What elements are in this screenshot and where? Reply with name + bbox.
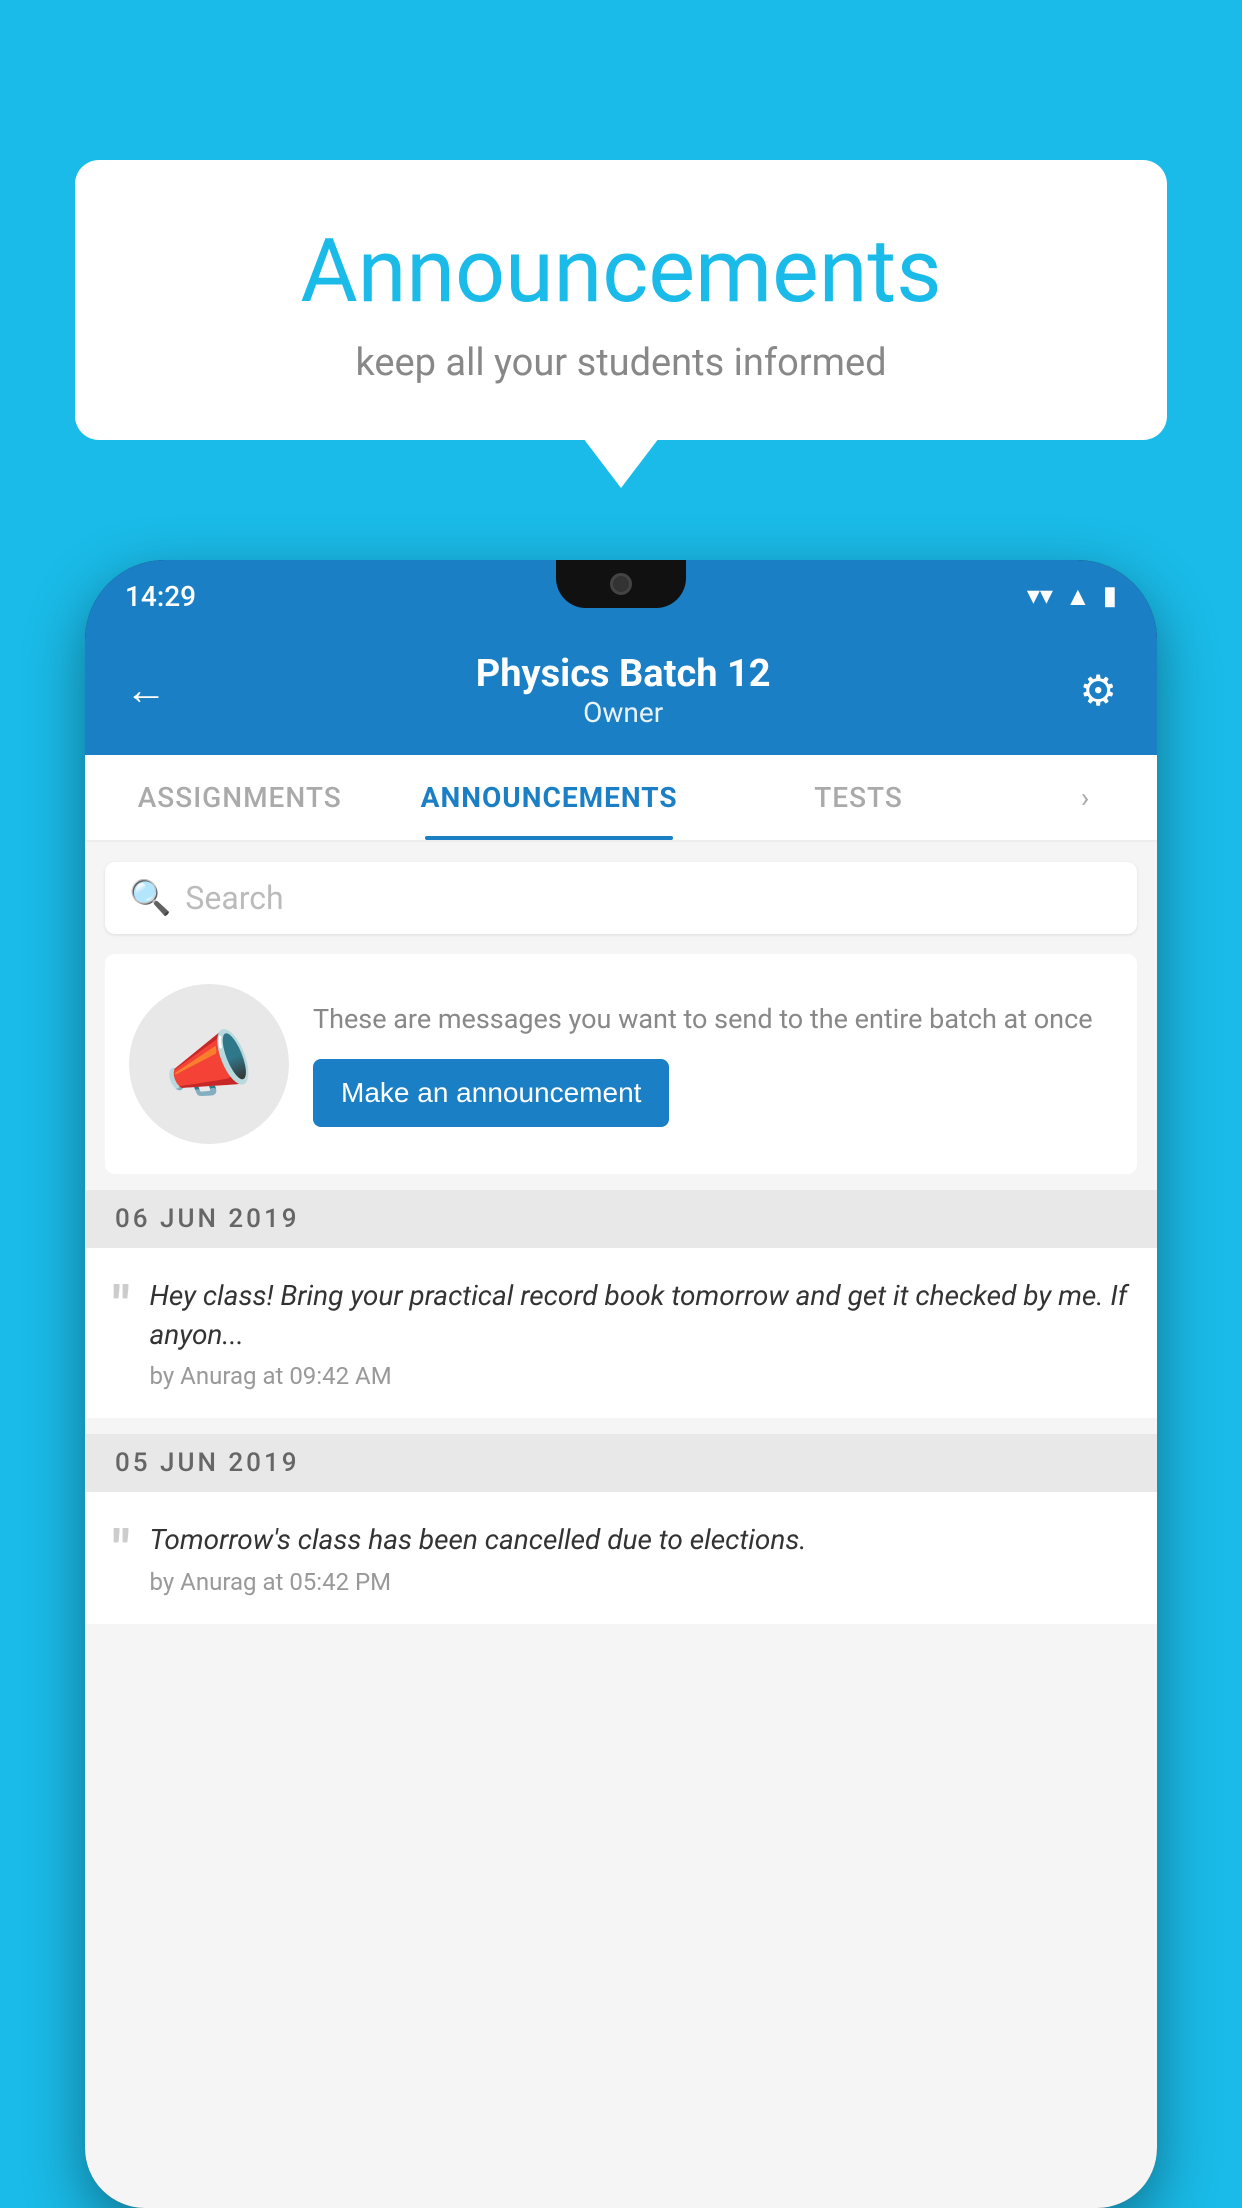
quote-icon-1: " — [113, 1280, 130, 1332]
announcement-right: These are messages you want to send to t… — [313, 1001, 1113, 1127]
speech-bubble-title: Announcements — [125, 220, 1117, 323]
status-time: 14:29 — [125, 580, 196, 613]
search-bar[interactable]: 🔍 Search — [105, 862, 1137, 934]
back-button[interactable]: ← — [125, 666, 167, 715]
wifi-icon: ▾▾ — [1027, 581, 1053, 611]
announcement-meta-2: by Anurag at 05:42 PM — [150, 1568, 1129, 1596]
announcement-message-2: Tomorrow's class has been cancelled due … — [150, 1520, 1129, 1559]
megaphone-icon: 📣 — [164, 1022, 254, 1107]
tab-assignments[interactable]: ASSIGNMENTS — [85, 755, 394, 840]
settings-icon[interactable]: ⚙ — [1079, 666, 1117, 716]
speech-bubble-card: Announcements keep all your students inf… — [75, 160, 1167, 440]
tab-tests[interactable]: TESTS — [704, 755, 1013, 840]
header-center: Physics Batch 12 Owner — [476, 652, 771, 729]
phone-notch — [556, 560, 686, 608]
header-subtitle: Owner — [476, 696, 771, 729]
phone-content: 🔍 Search 📣 These are messages you want t… — [85, 842, 1157, 2208]
quote-icon-2: " — [113, 1524, 130, 1576]
notch-camera — [610, 573, 632, 595]
announcement-item-1[interactable]: " Hey class! Bring your practical record… — [85, 1248, 1157, 1418]
announcement-description: These are messages you want to send to t… — [313, 1001, 1113, 1039]
app-header: ← Physics Batch 12 Owner ⚙ — [85, 632, 1157, 755]
phone-frame: 14:29 ▾▾ ▲ ▮ ← Physics Batch 12 Owner ⚙ … — [85, 560, 1157, 2208]
date-separator-2: 05 JUN 2019 — [85, 1434, 1157, 1492]
battery-icon: ▮ — [1103, 581, 1117, 611]
announcement-icon: 📣 — [129, 984, 289, 1144]
date-separator-1: 06 JUN 2019 — [85, 1190, 1157, 1248]
search-icon: 🔍 — [129, 878, 171, 918]
signal-icon: ▲ — [1065, 581, 1091, 612]
search-placeholder: Search — [185, 879, 283, 917]
make-announcement-button[interactable]: Make an announcement — [313, 1059, 669, 1127]
announcement-item-2[interactable]: " Tomorrow's class has been cancelled du… — [85, 1492, 1157, 1623]
announcement-prompt: 📣 These are messages you want to send to… — [105, 954, 1137, 1174]
announcement-content-1: Hey class! Bring your practical record b… — [150, 1276, 1129, 1390]
tab-more[interactable]: › — [1013, 755, 1157, 840]
announcement-meta-1: by Anurag at 09:42 AM — [150, 1362, 1129, 1390]
tab-bar: ASSIGNMENTS ANNOUNCEMENTS TESTS › — [85, 755, 1157, 842]
announcement-message-1: Hey class! Bring your practical record b… — [150, 1276, 1129, 1354]
announcement-content-2: Tomorrow's class has been cancelled due … — [150, 1520, 1129, 1595]
speech-bubble-subtitle: keep all your students informed — [125, 341, 1117, 385]
header-title: Physics Batch 12 — [476, 652, 771, 696]
status-icons: ▾▾ ▲ ▮ — [1027, 581, 1117, 612]
tab-announcements[interactable]: ANNOUNCEMENTS — [394, 755, 703, 840]
status-bar: 14:29 ▾▾ ▲ ▮ — [85, 560, 1157, 632]
